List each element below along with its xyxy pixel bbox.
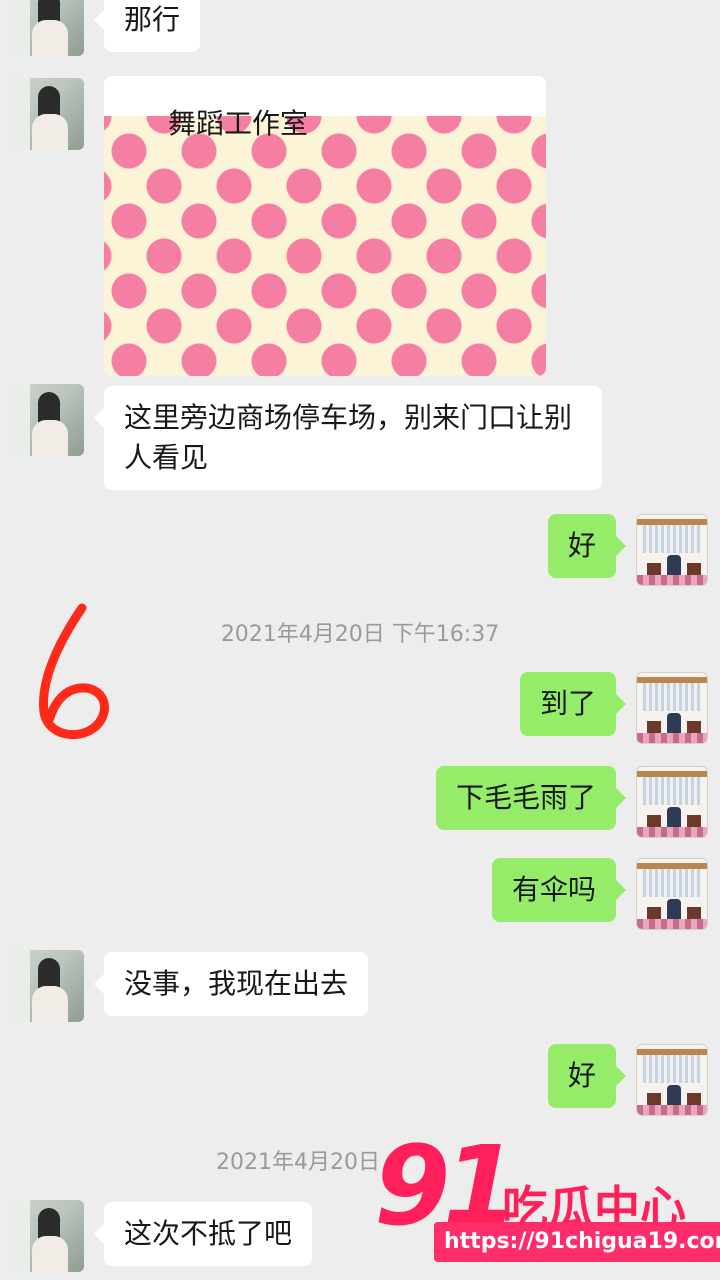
- avatar-background: [12, 1200, 30, 1272]
- avatar-detail: [667, 807, 681, 827]
- shared-card-message[interactable]: 舞蹈工作室: [104, 76, 546, 376]
- my-avatar[interactable]: [636, 858, 708, 930]
- message-bubble-outgoing[interactable]: 好: [547, 514, 627, 578]
- my-avatar[interactable]: [636, 766, 708, 838]
- avatar-detail: [643, 525, 701, 553]
- message-bubble-incoming[interactable]: 那行: [93, 0, 201, 52]
- message-text: 好: [567, 1059, 596, 1092]
- message-bubble-incoming[interactable]: 这次不抵了吧: [93, 1202, 313, 1266]
- message-bubble-outgoing[interactable]: 下毛毛雨了: [435, 766, 627, 830]
- contact-avatar[interactable]: [12, 950, 84, 1022]
- avatar-figure: [32, 1236, 68, 1272]
- annotation-number: 6: [30, 600, 31, 601]
- avatar-detail: [667, 899, 681, 919]
- message-bubble-outgoing[interactable]: 好: [547, 1044, 627, 1108]
- message-text: 下毛毛雨了: [455, 781, 596, 814]
- avatar-detail: [647, 815, 661, 827]
- message-text: 那行: [124, 3, 181, 36]
- handwritten-number-annotation: 6: [30, 600, 109, 739]
- contact-avatar[interactable]: [12, 384, 84, 456]
- avatar-detail: [637, 919, 707, 929]
- avatar-detail: [637, 1105, 707, 1115]
- avatar-detail: [687, 1093, 701, 1105]
- my-avatar[interactable]: [636, 672, 708, 744]
- timestamp-text: 2021年4月20日: [216, 1150, 380, 1175]
- avatar-detail: [643, 1055, 701, 1083]
- message-bubble-outgoing[interactable]: 有伞吗: [491, 858, 627, 922]
- message-text: 这次不抵了吧: [124, 1217, 293, 1250]
- avatar-detail: [647, 907, 661, 919]
- message-text: 没事，我现在出去: [124, 967, 349, 1000]
- message-text: 好: [567, 529, 596, 562]
- card-title: 舞蹈工作室: [168, 107, 309, 140]
- avatar-detail: [643, 683, 701, 711]
- avatar-figure: [32, 114, 68, 150]
- avatar-detail: [637, 575, 707, 585]
- my-avatar[interactable]: [636, 1044, 708, 1116]
- message-bubble-incoming[interactable]: 没事，我现在出去: [93, 952, 369, 1016]
- avatar-figure: [32, 420, 68, 456]
- avatar-detail: [647, 563, 661, 575]
- message-text: 这里旁边商场停车场，别来门口让别人看见: [124, 401, 573, 474]
- avatar-detail: [637, 733, 707, 743]
- avatar-detail: [643, 869, 701, 897]
- contact-avatar[interactable]: [12, 1200, 84, 1272]
- avatar-detail: [687, 563, 701, 575]
- avatar-background: [12, 0, 30, 56]
- avatar-detail: [667, 713, 681, 733]
- avatar-figure: [32, 986, 68, 1022]
- heart-sticker-censor: [104, 116, 546, 376]
- message-bubble-incoming[interactable]: 这里旁边商场停车场，别来门口让别人看见: [94, 386, 602, 490]
- avatar-detail: [687, 907, 701, 919]
- avatar-detail: [687, 815, 701, 827]
- message-text: 到了: [539, 687, 596, 720]
- avatar-background: [12, 384, 30, 456]
- watermark-url: https://91chigua19.com: [434, 1222, 720, 1262]
- my-avatar[interactable]: [636, 514, 708, 586]
- avatar-detail: [667, 555, 681, 575]
- message-text: 有伞吗: [511, 873, 596, 906]
- avatar-detail: [667, 1085, 681, 1105]
- avatar-background: [12, 950, 30, 1022]
- avatar-detail: [687, 721, 701, 733]
- avatar-background: [12, 78, 30, 150]
- message-timestamp: 2021年4月20日: [216, 1144, 380, 1176]
- contact-avatar[interactable]: [12, 0, 84, 56]
- avatar-detail: [647, 1093, 661, 1105]
- avatar-detail: [647, 721, 661, 733]
- contact-avatar[interactable]: [12, 78, 84, 150]
- avatar-detail: [637, 827, 707, 837]
- avatar-figure: [32, 20, 68, 56]
- avatar-detail: [643, 777, 701, 805]
- message-bubble-outgoing[interactable]: 到了: [519, 672, 627, 736]
- site-watermark: 91 吃瓜中心 https://91chigua19.com: [368, 1122, 720, 1280]
